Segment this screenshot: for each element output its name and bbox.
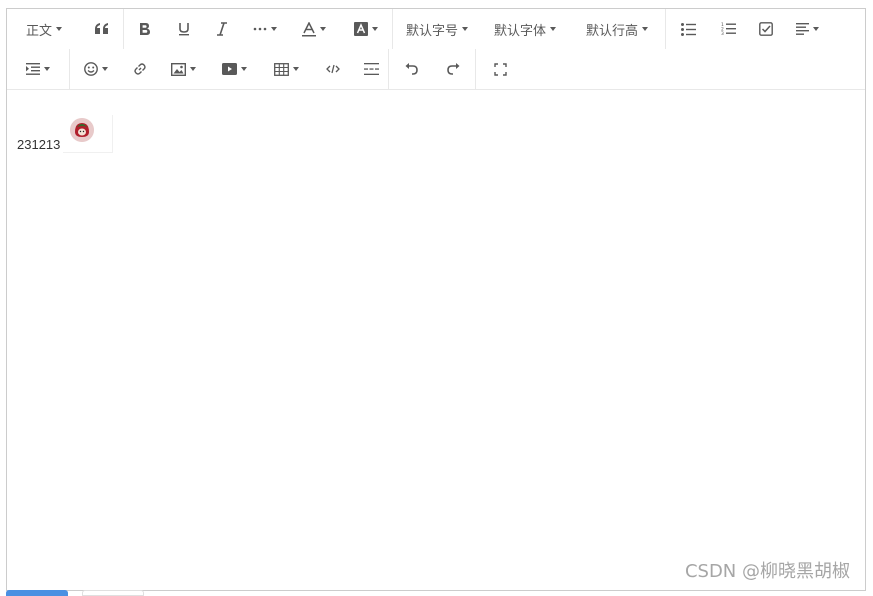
font-size-label: 默认字号 [405, 23, 458, 39]
bulleted-list-icon [680, 22, 696, 36]
italic-icon [216, 22, 228, 36]
more-icon [253, 27, 267, 31]
chevron-down-icon [240, 67, 247, 71]
link-icon [133, 62, 147, 76]
image-icon [170, 62, 186, 76]
table-icon [273, 62, 289, 76]
svg-text:3: 3 [721, 31, 724, 36]
link-button[interactable] [122, 49, 158, 89]
indent-icon [26, 63, 40, 75]
emoji-button[interactable] [70, 49, 122, 89]
blockquote-icon [95, 23, 109, 35]
image-button[interactable] [158, 49, 208, 89]
redo-icon [447, 63, 461, 75]
undo-button[interactable] [389, 49, 433, 89]
numbered-list-icon: 123 [721, 22, 736, 36]
fullscreen-icon [493, 62, 507, 76]
chevron-down-icon [462, 27, 468, 31]
editor-paragraph[interactable]: 231213 [17, 115, 114, 153]
chevron-down-icon [102, 67, 108, 71]
checkbox-icon [759, 22, 773, 36]
font-size-select[interactable]: 默认字号 [393, 9, 481, 49]
fullscreen-button[interactable] [476, 49, 524, 89]
justify-button[interactable] [786, 9, 828, 49]
chevron-down-icon [642, 27, 648, 31]
inline-image[interactable] [63, 115, 114, 153]
chevron-down-icon [44, 67, 50, 71]
avatar [70, 118, 95, 142]
numbered-list-button[interactable]: 123 [710, 9, 746, 49]
italic-button[interactable] [202, 9, 242, 49]
redo-button[interactable] [433, 49, 475, 89]
heading-select[interactable]: 正文 [7, 9, 81, 49]
table-button[interactable] [260, 49, 312, 89]
bottom-tab-active[interactable] [6, 590, 68, 596]
video-icon [221, 63, 237, 75]
chevron-down-icon [292, 67, 299, 71]
chevron-down-icon [271, 27, 277, 31]
code-block-button[interactable] [312, 49, 354, 89]
watermark: CSDN @柳晓黑胡椒 [684, 561, 850, 582]
blockquote-button[interactable] [81, 9, 123, 49]
font-family-select[interactable]: 默认字体 [481, 9, 569, 49]
bottom-tab[interactable] [82, 590, 144, 596]
paragraph-text: 231213 [17, 137, 61, 152]
chevron-down-icon [550, 27, 556, 31]
chevron-down-icon [189, 67, 196, 71]
emoji-icon [84, 62, 98, 76]
undo-icon [404, 63, 418, 75]
chevron-down-icon [372, 27, 378, 31]
font-color-icon [302, 21, 316, 37]
indent-button[interactable] [7, 49, 69, 89]
line-height-label: 默认行高 [585, 23, 638, 39]
divider-icon [363, 63, 379, 75]
code-icon [326, 64, 340, 74]
chevron-down-icon [56, 27, 62, 31]
chevron-down-icon [320, 27, 326, 31]
bg-color-icon [354, 22, 368, 36]
bulleted-list-button[interactable] [666, 9, 710, 49]
toolbar-row-1: 正文 默认字号 默认字体 默认行高 1 2 3 [7, 9, 828, 49]
divider-button[interactable] [354, 49, 388, 89]
toolbar-row-2 [7, 49, 524, 89]
font-color-button[interactable] [288, 9, 340, 49]
heading-label: 正文 [25, 23, 52, 39]
underline-icon [178, 22, 190, 36]
todo-button[interactable] [746, 9, 786, 49]
video-button[interactable] [208, 49, 260, 89]
editor-content-area[interactable]: 231213 [7, 91, 865, 590]
editor-toolbar: 正文 默认字号 默认字体 默认行高 1 2 3 [7, 9, 865, 90]
bg-color-button[interactable] [340, 9, 392, 49]
chevron-down-icon [812, 27, 819, 31]
bold-button[interactable] [124, 9, 166, 49]
bold-icon [139, 22, 151, 36]
more-style-button[interactable] [242, 9, 288, 49]
rich-text-editor: 正文 默认字号 默认字体 默认行高 1 2 3 231213 CSDN @柳晓黑… [6, 8, 866, 591]
font-family-label: 默认字体 [493, 23, 546, 39]
underline-button[interactable] [166, 9, 202, 49]
line-height-select[interactable]: 默认行高 [569, 9, 665, 49]
align-left-icon [795, 23, 809, 35]
